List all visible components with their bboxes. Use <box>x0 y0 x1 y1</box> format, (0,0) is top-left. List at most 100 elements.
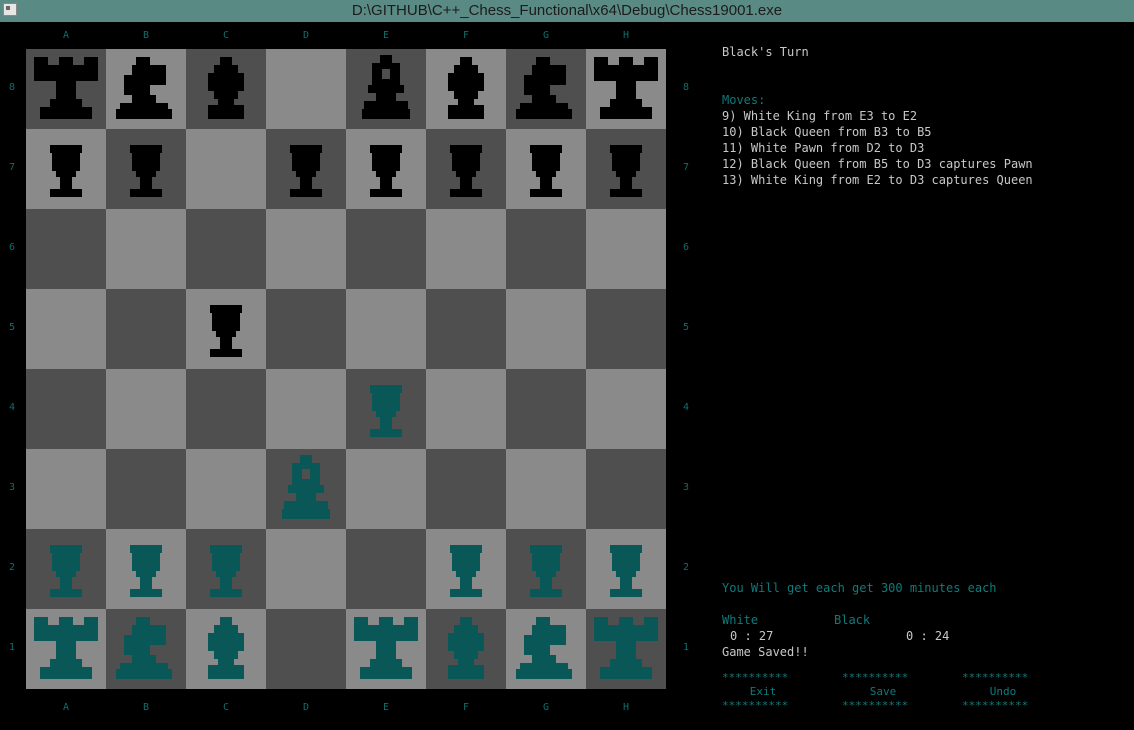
square-c1[interactable] <box>186 609 266 689</box>
square-a4[interactable] <box>26 369 106 449</box>
square-a2[interactable] <box>26 529 106 609</box>
square-c8[interactable] <box>186 49 266 129</box>
square-c5[interactable] <box>186 289 266 369</box>
black-pawn-icon[interactable] <box>426 129 506 209</box>
square-h2[interactable] <box>586 529 666 609</box>
square-h8[interactable] <box>586 49 666 129</box>
white-bishop-icon[interactable] <box>186 609 266 689</box>
square-h4[interactable] <box>586 369 666 449</box>
square-g3[interactable] <box>506 449 586 529</box>
square-h6[interactable] <box>586 209 666 289</box>
black-rook-icon[interactable] <box>26 49 106 129</box>
square-b4[interactable] <box>106 369 186 449</box>
white-knight-icon[interactable] <box>506 609 586 689</box>
white-bishop-icon[interactable] <box>426 609 506 689</box>
square-b6[interactable] <box>106 209 186 289</box>
square-e2[interactable] <box>346 529 426 609</box>
square-g5[interactable] <box>506 289 586 369</box>
square-f3[interactable] <box>426 449 506 529</box>
black-king-icon[interactable] <box>346 49 426 129</box>
square-e6[interactable] <box>346 209 426 289</box>
white-rook-icon[interactable] <box>26 609 106 689</box>
square-h1[interactable] <box>586 609 666 689</box>
square-a6[interactable] <box>26 209 106 289</box>
square-e7[interactable] <box>346 129 426 209</box>
white-pawn-icon[interactable] <box>186 529 266 609</box>
square-d7[interactable] <box>266 129 346 209</box>
square-f7[interactable] <box>426 129 506 209</box>
exit-button[interactable]: ********** Exit ********** <box>722 672 804 711</box>
white-pawn-icon[interactable] <box>426 529 506 609</box>
black-rook-icon[interactable] <box>586 49 666 129</box>
square-e1[interactable] <box>346 609 426 689</box>
white-rook-icon[interactable] <box>346 609 426 689</box>
black-pawn-icon[interactable] <box>506 129 586 209</box>
black-pawn-icon[interactable] <box>346 129 426 209</box>
square-b2[interactable] <box>106 529 186 609</box>
square-f8[interactable] <box>426 49 506 129</box>
square-b8[interactable] <box>106 49 186 129</box>
white-pawn-icon[interactable] <box>26 529 106 609</box>
black-knight-icon[interactable] <box>506 49 586 129</box>
square-g6[interactable] <box>506 209 586 289</box>
black-bishop-icon[interactable] <box>186 49 266 129</box>
square-f4[interactable] <box>426 369 506 449</box>
square-g8[interactable] <box>506 49 586 129</box>
square-d1[interactable] <box>266 609 346 689</box>
white-pawn-icon[interactable] <box>346 369 426 449</box>
square-e3[interactable] <box>346 449 426 529</box>
square-f6[interactable] <box>426 209 506 289</box>
square-a8[interactable] <box>26 49 106 129</box>
black-pawn-icon[interactable] <box>26 129 106 209</box>
square-c4[interactable] <box>186 369 266 449</box>
square-h7[interactable] <box>586 129 666 209</box>
file-label-bottom: C <box>222 702 230 713</box>
square-c2[interactable] <box>186 529 266 609</box>
square-c7[interactable] <box>186 129 266 209</box>
square-d3[interactable] <box>266 449 346 529</box>
square-d5[interactable] <box>266 289 346 369</box>
black-bishop-icon[interactable] <box>426 49 506 129</box>
rank-label-left: 5 <box>8 322 16 333</box>
white-pawn-icon[interactable] <box>106 529 186 609</box>
square-a5[interactable] <box>26 289 106 369</box>
square-e8[interactable] <box>346 49 426 129</box>
square-d2[interactable] <box>266 529 346 609</box>
white-rook-icon[interactable] <box>586 609 666 689</box>
square-a3[interactable] <box>26 449 106 529</box>
square-d4[interactable] <box>266 369 346 449</box>
square-d6[interactable] <box>266 209 346 289</box>
square-e5[interactable] <box>346 289 426 369</box>
square-f1[interactable] <box>426 609 506 689</box>
square-b3[interactable] <box>106 449 186 529</box>
black-pawn-icon[interactable] <box>266 129 346 209</box>
black-pawn-icon[interactable] <box>186 289 266 369</box>
white-king-icon[interactable] <box>266 449 346 529</box>
square-g7[interactable] <box>506 129 586 209</box>
square-g4[interactable] <box>506 369 586 449</box>
square-c6[interactable] <box>186 209 266 289</box>
square-g1[interactable] <box>506 609 586 689</box>
square-h5[interactable] <box>586 289 666 369</box>
save-button[interactable]: ********** Save ********** <box>842 672 924 711</box>
square-f2[interactable] <box>426 529 506 609</box>
black-knight-icon[interactable] <box>106 49 186 129</box>
undo-button[interactable]: ********** Undo ********** <box>962 672 1044 712</box>
square-g2[interactable] <box>506 529 586 609</box>
button-border: ********** <box>962 699 1029 712</box>
square-c3[interactable] <box>186 449 266 529</box>
square-d8[interactable] <box>266 49 346 129</box>
square-b1[interactable] <box>106 609 186 689</box>
white-knight-icon[interactable] <box>106 609 186 689</box>
black-pawn-icon[interactable] <box>106 129 186 209</box>
white-pawn-icon[interactable] <box>506 529 586 609</box>
square-e4[interactable] <box>346 369 426 449</box>
white-pawn-icon[interactable] <box>586 529 666 609</box>
square-h3[interactable] <box>586 449 666 529</box>
black-pawn-icon[interactable] <box>586 129 666 209</box>
square-b5[interactable] <box>106 289 186 369</box>
square-b7[interactable] <box>106 129 186 209</box>
square-f5[interactable] <box>426 289 506 369</box>
square-a1[interactable] <box>26 609 106 689</box>
square-a7[interactable] <box>26 129 106 209</box>
